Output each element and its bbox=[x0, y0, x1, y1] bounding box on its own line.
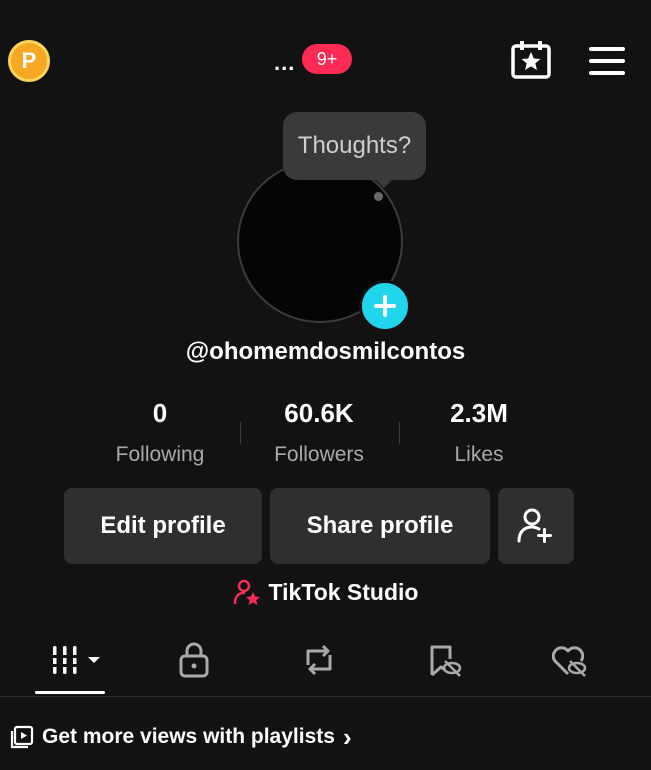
add-user-icon bbox=[517, 508, 552, 543]
private-lock-icon bbox=[179, 642, 209, 678]
menu-icon[interactable] bbox=[587, 44, 627, 78]
profile-stats: 0 Following 60.6K Followers 2.3M Likes bbox=[0, 398, 651, 468]
chevron-right-icon: › bbox=[342, 722, 352, 752]
tab-videos[interactable] bbox=[42, 640, 106, 680]
coin-icon[interactable]: P bbox=[8, 40, 50, 82]
liked-hidden-icon bbox=[551, 646, 587, 677]
playlist-icon bbox=[10, 725, 34, 749]
stat-label: Followers bbox=[274, 443, 364, 466]
notification-badge[interactable]: 9+ bbox=[302, 44, 352, 74]
playlist-prompt[interactable]: Get more views with playlists › bbox=[10, 724, 352, 750]
stat-value: 0 bbox=[152, 398, 168, 428]
share-profile-button[interactable]: Share profile bbox=[270, 488, 490, 564]
playlist-prompt-text: Get more views with playlists bbox=[42, 725, 335, 748]
active-tab-indicator bbox=[35, 691, 105, 694]
stat-value: 60.6K bbox=[284, 398, 354, 428]
stat-following[interactable]: 0 Following bbox=[80, 398, 240, 467]
more-dots[interactable]: ... bbox=[274, 50, 295, 76]
tab-private[interactable] bbox=[164, 640, 224, 680]
thoughts-tooltip[interactable]: Thoughts? bbox=[283, 112, 426, 180]
tab-favorites[interactable] bbox=[414, 640, 474, 680]
stat-value: 2.3M bbox=[450, 398, 508, 428]
favorites-hidden-icon bbox=[430, 645, 462, 677]
tab-reposts[interactable] bbox=[289, 640, 349, 680]
edit-profile-button[interactable]: Edit profile bbox=[64, 488, 262, 564]
status-dot bbox=[374, 192, 383, 201]
calendar-star-icon[interactable] bbox=[510, 40, 552, 80]
top-bar: P ... 9+ bbox=[0, 0, 651, 120]
add-photo-button[interactable] bbox=[359, 280, 411, 332]
repost-icon bbox=[306, 644, 332, 676]
plus-icon bbox=[374, 295, 396, 317]
profile-tabs bbox=[0, 630, 651, 697]
tiktok-studio-link[interactable]: TikTok Studio bbox=[0, 578, 651, 606]
studio-creator-icon bbox=[233, 579, 260, 605]
videos-grid-icon bbox=[49, 646, 100, 674]
tooltip-tail bbox=[374, 178, 394, 188]
stat-likes[interactable]: 2.3M Likes bbox=[399, 398, 559, 467]
username: @ohomemdosmilcontos bbox=[185, 338, 466, 365]
tab-liked[interactable] bbox=[539, 640, 599, 680]
stat-label: Likes bbox=[454, 443, 504, 466]
stat-label: Following bbox=[115, 443, 205, 466]
stat-followers[interactable]: 60.6K Followers bbox=[239, 398, 399, 467]
studio-label: TikTok Studio bbox=[268, 578, 419, 605]
add-friend-button[interactable] bbox=[498, 488, 574, 564]
